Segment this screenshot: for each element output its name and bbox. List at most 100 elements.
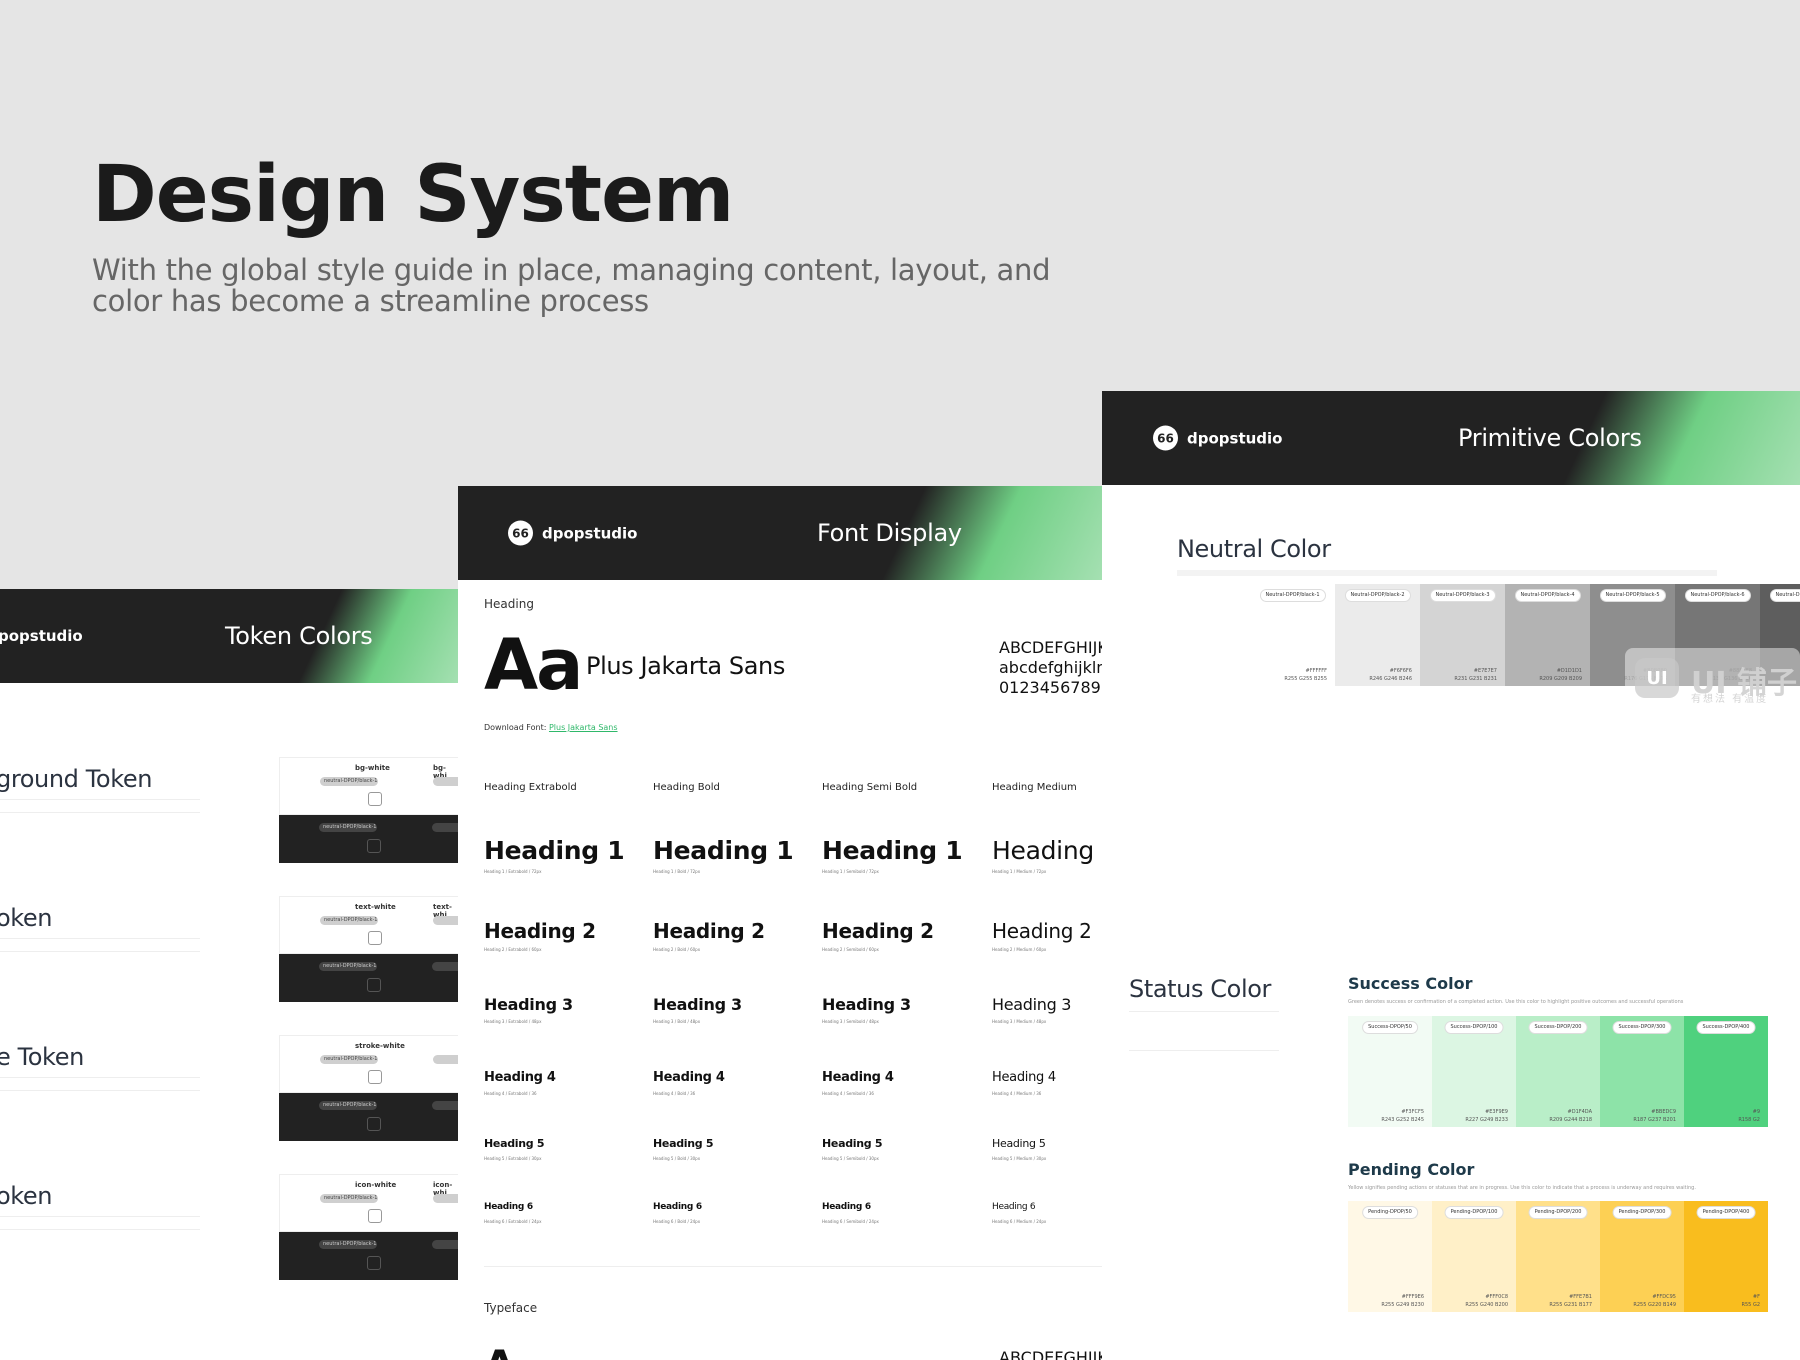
brand-logo-icon: 66 — [1153, 425, 1178, 451]
heading-sample: Heading 5 — [653, 1137, 714, 1150]
token-pill: neutral-DPOP/black-1 — [320, 777, 378, 786]
neutral-color-title: Neutral Color — [1177, 535, 1331, 563]
heading-meta: Heading 1 / Semibold / 72px — [822, 869, 879, 874]
heading-sample: Heading 5 — [822, 1137, 883, 1150]
heading-meta: Heading 5 / Extrabold / 30px — [484, 1156, 542, 1161]
token-preview-light: bg-white bg-whi neutral-DPOP/black-1 — [279, 757, 459, 815]
token-preview-dark: neutral-DPOP/black-12 — [279, 815, 459, 863]
swatch-hex: #BBEDC9 — [1651, 1109, 1676, 1115]
heading-sample: Heading 4 — [484, 1070, 556, 1085]
heading-sample: Heading 3 — [653, 995, 742, 1014]
heading-meta: Heading 6 / Medium / 24px — [992, 1219, 1047, 1224]
swatch-name: Pending-DPOP/300 — [1613, 1207, 1671, 1218]
token-pill — [432, 1240, 459, 1249]
token-colors-header: popstudio Token Colors — [0, 589, 459, 683]
heading-meta: Heading 6 / Semibold / 24px — [822, 1219, 879, 1224]
hero-subtitle: With the global style guide in place, ma… — [92, 253, 1051, 318]
hero-title: Design System — [92, 150, 734, 240]
token-preview-dark: neutral-DPOP/black-11 — [279, 1093, 459, 1141]
heading-sample: Heading 1 — [992, 836, 1102, 865]
swatch-name: Neutral-DPOP/black-7 — [1770, 590, 1800, 601]
font-family-name: Plus Jakarta Sans — [586, 652, 785, 680]
heading-meta: Heading 5 / Bold / 30px — [653, 1156, 701, 1161]
token-swatch-box — [367, 1117, 381, 1131]
heading-meta: Heading 4 / Semibold / 36 — [822, 1091, 874, 1096]
heading-meta: Heading 4 / Medium / 36 — [992, 1091, 1042, 1096]
success-color-title: Success Color — [1348, 974, 1473, 993]
heading-meta: Heading 6 / Bold / 24px — [653, 1219, 701, 1224]
token-preview-dark: neutral-DPOP/black-12 — [279, 1232, 459, 1280]
swatch-name: Neutral-DPOP/black-5 — [1600, 590, 1665, 601]
token-label: stroke-white — [355, 1042, 405, 1050]
heading-sample: Heading 3 — [822, 995, 911, 1014]
heading-sample: Heading 2 — [484, 919, 596, 943]
brand-name: popstudio — [0, 627, 83, 645]
swatch-hex: #9 — [1752, 1109, 1760, 1115]
token-description — [0, 1077, 200, 1091]
swatch-rgb: R246 G246 B246 — [1369, 676, 1412, 682]
token-pill: neutral-DPOP/black-12 — [319, 1240, 377, 1249]
swatch-name: Pending-DPOP/100 — [1445, 1207, 1503, 1218]
swatch-hex: #FFF9E6 — [1401, 1294, 1424, 1300]
token-swatch-box — [367, 1256, 381, 1270]
swatch-hex: #F6F6F6 — [1389, 668, 1412, 674]
status-color-title: Status Color — [1129, 975, 1271, 1003]
swatch-rgb: R255 G220 B149 — [1633, 1302, 1676, 1308]
token-section: ground Token bg-white bg-whi neutral-DPOP/b… — [0, 757, 459, 896]
token-pill: neutral-DPOP/black-11 — [319, 1101, 377, 1110]
brand-logo-icon: 66 — [508, 520, 533, 546]
swatch-hex: #E7E7E7 — [1473, 668, 1497, 674]
heading-sample: Heading 6 — [484, 1202, 533, 1212]
swatch-rgb: R255 G255 B255 — [1284, 676, 1327, 682]
heading-meta: Heading 4 / Extrabold / 36 — [484, 1091, 537, 1096]
heading-sample: Heading 1 — [484, 836, 625, 865]
heading-sample: Heading 1 — [822, 836, 963, 865]
divider — [484, 1266, 1102, 1267]
color-swatch: Neutral-DPOP/black-2 #F6F6F6 R246 G246 B24… — [1335, 584, 1420, 686]
weight-column-header: Heading Extrabold — [484, 782, 577, 793]
heading-meta: Heading 3 / Medium / 48px — [992, 1019, 1047, 1024]
color-swatch: Success-DPOP/50 #F3FCF5 R243 G252 B245 — [1348, 1016, 1432, 1127]
heading-sample: Heading 6 — [653, 1202, 702, 1212]
token-pill: neutral-DPOP/black-1 — [320, 1194, 378, 1203]
swatch-name: Neutral-DPOP/black-3 — [1430, 590, 1495, 601]
swatch-rgb: R227 G249 B233 — [1465, 1117, 1508, 1123]
color-swatch: Pending-DPOP/100 #FFF0C8 R255 G240 B200 — [1432, 1201, 1516, 1312]
heading-meta: Heading 1 / Bold / 72px — [653, 869, 701, 874]
heading-meta: Heading 6 / Extrabold / 24px — [484, 1219, 542, 1224]
heading-meta: Heading 3 / Extrabold / 48px — [484, 1019, 542, 1024]
swatch-name: Pending-DPOP/200 — [1529, 1207, 1587, 1218]
heading-sample: Heading 3 — [484, 995, 573, 1014]
swatch-rgb: R209 G209 B209 — [1539, 676, 1582, 682]
heading-label: Heading — [484, 597, 534, 611]
typeface-aa: A — [484, 1346, 515, 1360]
swatch-rgb: R231 G231 B231 — [1454, 676, 1497, 682]
heading-sample: Heading 4 — [992, 1070, 1056, 1085]
token-name: oken — [0, 904, 53, 932]
token-swatch-box — [368, 1070, 382, 1084]
token-preview: icon-white icon-whi neutral-DPOP/black-1 ne… — [279, 1174, 459, 1280]
swatch-name: Neutral-DPOP/black-2 — [1345, 590, 1410, 601]
weight-column-header: Heading Bold — [653, 782, 720, 793]
token-pill — [433, 777, 459, 786]
swatch-hex: #E3F9E9 — [1485, 1109, 1508, 1115]
brand: 66 dpopstudio — [508, 520, 637, 546]
card-title: Primitive Colors — [1458, 424, 1642, 452]
heading-sample: Heading 5 — [484, 1137, 545, 1150]
color-swatch: Pending-DPOP/50 #FFF9E6 R255 G249 B230 — [1348, 1201, 1432, 1312]
color-swatch: Success-DPOP/100 #E3F9E9 R227 G249 B233 — [1432, 1016, 1516, 1127]
token-name: oken — [0, 1182, 53, 1210]
token-swatch-box — [367, 839, 381, 853]
heading-sample: Heading 5 — [992, 1137, 1046, 1150]
download-font: Download Font: Plus Jakarta Sans — [484, 723, 618, 732]
card-title: Token Colors — [225, 622, 373, 650]
token-label: icon-white — [355, 1181, 397, 1189]
token-name: e Token — [0, 1043, 84, 1071]
color-swatch: Neutral-DPOP/black-3 #E7E7E7 R231 G231 B23… — [1420, 584, 1505, 686]
charset-upper: ABCDEFGHIJK — [999, 638, 1102, 657]
token-preview: stroke-white neutral-DPOP/black-1 neutral-… — [279, 1035, 459, 1141]
swatch-hex: #FFFFFF — [1305, 668, 1327, 674]
heading-sample: Heading 4 — [822, 1070, 894, 1085]
download-link[interactable]: Plus Jakarta Sans — [549, 723, 618, 732]
watermark: UI UI 铺子 有想法 有温度 — [1625, 648, 1800, 708]
